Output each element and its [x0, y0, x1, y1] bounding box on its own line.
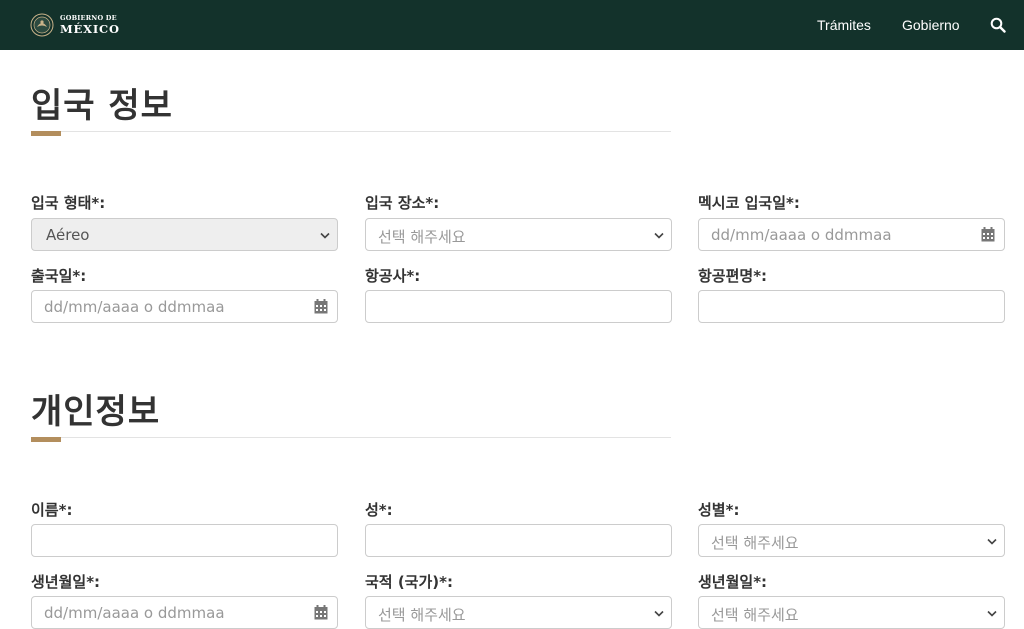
section-divider: [31, 131, 671, 132]
calendar-icon[interactable]: [981, 227, 995, 242]
nav-gobierno[interactable]: Gobierno: [902, 17, 960, 33]
last-name-input[interactable]: [365, 524, 672, 557]
birth-date-2-select[interactable]: 선택 해주세요: [698, 596, 1005, 629]
flight-number-input[interactable]: [698, 290, 1005, 323]
flight-number-label: 항공편명*:: [698, 267, 768, 285]
gender-select[interactable]: 선택 해주세요: [698, 524, 1005, 557]
section-divider-accent: [31, 131, 61, 136]
departure-date-placeholder: dd/mm/aaaa o ddmmaa: [44, 298, 225, 316]
logo-text: GOBIERNO DE MÉXICO: [60, 15, 120, 35]
airline-input[interactable]: [365, 290, 672, 323]
entry-place-label: 입국 장소*:: [365, 194, 440, 212]
calendar-icon[interactable]: [314, 299, 328, 314]
nationality-value: 선택 해주세요: [378, 606, 466, 624]
nav-tramites[interactable]: Trámites: [817, 17, 871, 33]
last-name-label: 성*:: [365, 501, 393, 519]
first-name-label: 이름*:: [31, 501, 73, 519]
chevron-down-icon: [320, 232, 330, 239]
birth-date-field[interactable]: dd/mm/aaaa o ddmmaa: [31, 596, 338, 629]
gender-value: 선택 해주세요: [711, 534, 799, 552]
logo-line1: GOBIERNO DE: [60, 14, 117, 22]
arrival-date-field[interactable]: dd/mm/aaaa o ddmmaa: [698, 218, 1005, 251]
seal-icon: [30, 13, 54, 37]
gobierno-logo[interactable]: GOBIERNO DE MÉXICO: [30, 12, 120, 38]
departure-date-field[interactable]: dd/mm/aaaa o ddmmaa: [31, 290, 338, 323]
calendar-icon[interactable]: [314, 605, 328, 620]
entry-type-value: Aéreo: [46, 226, 90, 244]
entry-type-select[interactable]: Aéreo: [31, 218, 338, 251]
birth-date-placeholder: dd/mm/aaaa o ddmmaa: [44, 604, 225, 622]
airline-label: 항공사*:: [365, 267, 421, 285]
personal-section-title: 개인정보: [31, 392, 161, 432]
logo-line2: MÉXICO: [60, 21, 120, 36]
arrival-date-placeholder: dd/mm/aaaa o ddmmaa: [711, 226, 892, 244]
entry-section-title: 입국 정보: [31, 86, 173, 126]
nationality-label: 국적 (국가)*:: [365, 573, 453, 591]
birth-date-label: 생년월일*:: [31, 573, 101, 591]
chevron-down-icon: [987, 538, 997, 545]
arrival-date-label: 멕시코 입국일*:: [698, 194, 800, 212]
section-divider: [31, 437, 671, 438]
birth-date-2-label: 생년월일*:: [698, 573, 768, 591]
gender-label: 성별*:: [698, 501, 740, 519]
entry-place-select[interactable]: 선택 해주세요: [365, 218, 672, 251]
birth-date-2-value: 선택 해주세요: [711, 606, 799, 624]
section-divider-accent: [31, 437, 61, 442]
entry-type-label: 입국 형태*:: [31, 194, 106, 212]
entry-place-value: 선택 해주세요: [378, 228, 466, 246]
search-icon[interactable]: [990, 17, 1006, 33]
first-name-input[interactable]: [31, 524, 338, 557]
nationality-select[interactable]: 선택 해주세요: [365, 596, 672, 629]
departure-date-label: 출국일*:: [31, 267, 87, 285]
chevron-down-icon: [654, 232, 664, 239]
top-navbar: GOBIERNO DE MÉXICO Trámites Gobierno: [0, 0, 1024, 50]
